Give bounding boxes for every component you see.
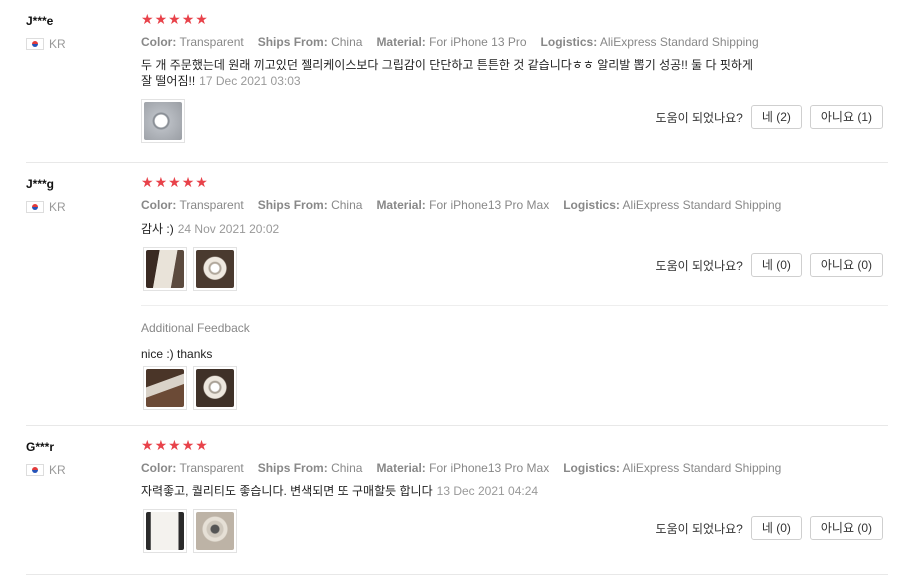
star-icon: ★ [154,174,168,190]
attr-label: Ships From: [257,461,328,475]
review-text-line: 감사 :) [141,222,174,236]
review-photo[interactable] [143,247,187,291]
attr-value: For iPhone13 Pro Max [429,198,550,212]
additional-feedback-text: nice :) thanks [141,347,213,361]
review-photo[interactable] [141,99,185,143]
star-icon: ★ [154,437,168,453]
attr-value: Transparent [179,35,244,49]
review-photo[interactable] [143,366,187,410]
helpful-yes-button[interactable]: 네 (2) [750,105,802,129]
attr-label: Logistics: [563,198,620,212]
review-item: J***e KR ★ ★ ★ ★ ★ Color: Transparent Sh… [26,0,888,163]
attr-value: China [331,35,363,49]
helpful-yes-button[interactable]: 네 (0) [750,253,802,277]
attr-value: AliExpress Standard Shipping [599,35,759,49]
review-date: 13 Dec 2021 04:24 [436,484,539,498]
attr-label: Material: [376,35,426,49]
helpful-no-button[interactable]: 아니요 (0) [809,253,883,277]
reviewer-country: KR [26,200,66,214]
review-photo[interactable] [193,509,237,553]
star-rating: ★ ★ ★ ★ ★ [141,11,208,27]
review-date: 17 Dec 2021 03:03 [199,74,301,88]
review-text-line: 잘 떨어짐!! [141,74,196,88]
review-photo[interactable] [143,509,187,553]
attr-value: For iPhone 13 Pro [429,35,527,49]
attr-label: Ships From: [257,198,328,212]
helpful-vote: 도움이 되었나요? 네 (2) 아니요 (1) [656,105,883,129]
star-icon: ★ [141,11,154,27]
divider [141,305,888,306]
attr-label: Ships From: [257,35,328,49]
review-item: G***r KR ★ ★ ★ ★ ★ Color: Transparent Sh… [26,426,888,575]
helpful-no-button[interactable]: 아니요 (0) [809,516,883,540]
attr-label: Color: [141,35,177,49]
attr-value: China [331,198,363,212]
korea-flag-icon [26,201,44,213]
helpful-vote: 도움이 되었나요? 네 (0) 아니요 (0) [656,516,883,540]
star-icon: ★ [141,174,154,190]
star-icon: ★ [181,11,195,27]
reviewer-country: KR [26,37,66,51]
star-icon: ★ [195,174,208,190]
star-icon: ★ [141,437,154,453]
attr-label: Color: [141,461,177,475]
review-text: 두 개 주문했는데 원래 끼고있던 젤리케이스보다 그립감이 단단하고 튼튼한 … [141,57,801,89]
helpful-yes-button[interactable]: 네 (0) [750,516,802,540]
helpful-vote: 도움이 되었나요? 네 (0) 아니요 (0) [656,253,883,277]
helpful-no-button[interactable]: 아니요 (1) [809,105,883,129]
review-text-line: 자력좋고, 퀄리티도 좋습니다. 변색되면 또 구매할듯 합니다 [141,484,433,498]
review-text: 감사 :) 24 Nov 2021 20:02 [141,221,801,237]
attr-label: Material: [376,461,426,475]
star-icon: ★ [195,11,208,27]
star-icon: ★ [181,437,195,453]
helpful-label: 도움이 되었나요? [655,521,743,536]
attr-value: China [331,461,363,475]
review-item: J***g KR ★ ★ ★ ★ ★ Color: Transparent Sh… [26,163,888,426]
helpful-label: 도움이 되었나요? [655,110,743,125]
review-photo[interactable] [193,366,237,410]
attr-value: AliExpress Standard Shipping [622,198,782,212]
reviewer-country: KR [26,463,66,477]
review-text: 자력좋고, 퀄리티도 좋습니다. 변색되면 또 구매할듯 합니다 13 Dec 2… [141,483,801,499]
attr-value: AliExpress Standard Shipping [622,461,782,475]
korea-flag-icon [26,464,44,476]
reviewer-name: J***e [26,14,54,28]
reviewer-name: J***g [26,177,55,191]
review-attributes: Color: Transparent Ships From: China Mat… [141,35,759,49]
attr-value: For iPhone13 Pro Max [429,461,550,475]
review-date: 24 Nov 2021 20:02 [177,222,280,236]
korea-flag-icon [26,38,44,50]
additional-feedback-title: Additional Feedback [141,321,250,335]
star-icon: ★ [154,11,168,27]
review-attributes: Color: Transparent Ships From: China Mat… [141,198,781,212]
star-icon: ★ [195,437,208,453]
attr-value: Transparent [179,461,244,475]
review-text-line: 두 개 주문했는데 원래 끼고있던 젤리케이스보다 그립감이 단단하고 튼튼한 … [141,58,754,72]
star-rating: ★ ★ ★ ★ ★ [141,174,208,190]
star-rating: ★ ★ ★ ★ ★ [141,437,208,453]
attr-label: Logistics: [540,35,598,49]
attr-value: Transparent [179,198,244,212]
attr-label: Logistics: [563,461,620,475]
country-code: KR [49,200,66,214]
country-code: KR [49,463,66,477]
country-code: KR [49,37,66,51]
attr-label: Material: [376,198,426,212]
review-attributes: Color: Transparent Ships From: China Mat… [141,461,781,475]
review-photo[interactable] [193,247,237,291]
star-icon: ★ [168,437,181,453]
reviewer-name: G***r [26,440,55,454]
attr-label: Color: [141,198,177,212]
helpful-label: 도움이 되었나요? [655,258,743,273]
star-icon: ★ [181,174,195,190]
star-icon: ★ [168,174,181,190]
star-icon: ★ [168,11,181,27]
